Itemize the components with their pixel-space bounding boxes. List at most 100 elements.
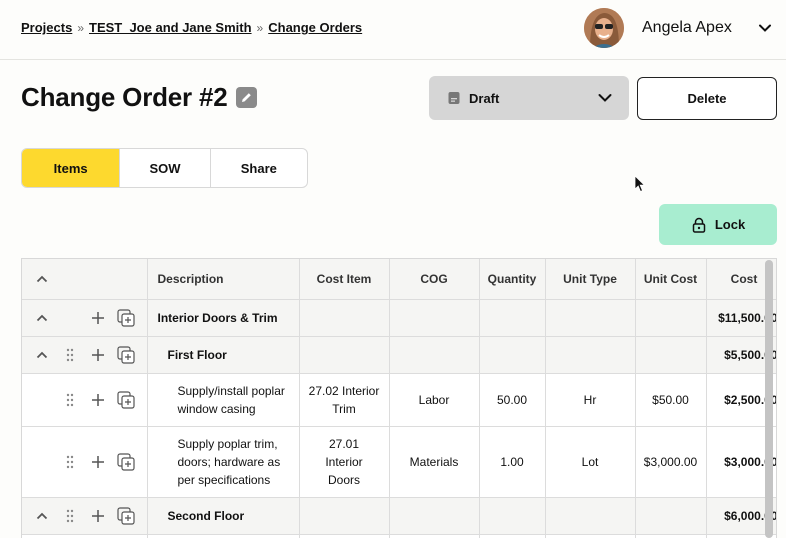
chevron-up-icon[interactable] — [36, 312, 48, 324]
row-cog[interactable]: Materials — [389, 426, 480, 498]
status-value: Draft — [469, 90, 500, 106]
chevron-down-icon[interactable] — [758, 21, 772, 35]
plus-icon[interactable] — [91, 311, 105, 325]
empty-cell — [299, 534, 390, 538]
empty-cell — [545, 336, 636, 374]
column-header[interactable]: Description — [147, 259, 300, 300]
user-name: Angela Apex — [642, 19, 732, 36]
row-description[interactable]: First Floor — [147, 336, 300, 374]
column-header[interactable]: Unit Cost — [635, 259, 707, 300]
plus-icon[interactable] — [91, 455, 105, 469]
duplicate-icon[interactable] — [117, 506, 135, 525]
row-controls — [22, 426, 148, 498]
empty-cell — [635, 299, 707, 337]
tab-share[interactable]: Share — [209, 149, 307, 187]
empty-cell — [389, 497, 480, 535]
empty-cell — [22, 534, 148, 538]
pencil-icon[interactable] — [235, 87, 257, 108]
plus-icon[interactable] — [91, 509, 105, 523]
table-row: Supply/install poplar window casing 27.0… — [22, 373, 776, 427]
item-description-cell[interactable]: Supply/install poplar window casing — [147, 373, 300, 427]
table-row: Interior Doors & Trim $11,500.00 — [22, 299, 776, 337]
breadcrumb-projects[interactable]: Projects — [21, 20, 72, 35]
empty-cell — [147, 534, 300, 538]
row-controls — [22, 497, 148, 535]
column-header[interactable]: Cost Item — [299, 259, 390, 300]
empty-cell — [479, 336, 546, 374]
empty-cell — [389, 299, 480, 337]
plus-icon[interactable] — [91, 393, 105, 407]
row-description: Supply/install poplar window casing — [177, 383, 285, 416]
row-description[interactable]: Interior Doors & Trim — [147, 299, 300, 337]
drag-handle-icon[interactable] — [66, 393, 74, 407]
items-table: Description Cost Item COG Quantity Unit … — [21, 258, 777, 538]
row-controls — [22, 336, 148, 374]
row-unit-type[interactable]: Hr — [545, 373, 636, 427]
breadcrumb-separator: » — [77, 20, 84, 35]
breadcrumb-change-orders[interactable]: Change Orders — [268, 20, 362, 35]
chevron-up-icon[interactable] — [36, 273, 48, 285]
delete-button[interactable]: Delete — [637, 77, 777, 120]
empty-cell — [299, 299, 390, 337]
empty-cell — [389, 336, 480, 374]
column-header[interactable]: COG — [389, 259, 480, 300]
document-icon — [448, 92, 460, 104]
row-cost-item[interactable]: 27.02 Interior Trim — [299, 373, 390, 427]
row-controls — [22, 299, 148, 337]
empty-cell — [479, 497, 546, 535]
duplicate-icon[interactable] — [117, 452, 135, 471]
row-quantity[interactable]: 1.00 — [479, 426, 546, 498]
duplicate-icon[interactable] — [117, 345, 135, 364]
row-quantity[interactable]: 50.00 — [479, 373, 546, 427]
row-cost-item[interactable]: 27.01 Interior Doors — [299, 426, 390, 498]
collapse-all-cell — [22, 259, 148, 300]
empty-cell — [545, 299, 636, 337]
row-unit-cost[interactable]: $3,000.00 — [635, 426, 707, 498]
drag-handle-icon[interactable] — [66, 348, 74, 362]
table-row — [22, 534, 776, 538]
status-select[interactable]: Draft — [429, 76, 629, 120]
empty-cell — [635, 336, 707, 374]
page-title: Change Order #2 — [21, 82, 228, 112]
lock-icon — [692, 217, 706, 233]
duplicate-icon[interactable] — [117, 390, 135, 409]
table-header-row: Description Cost Item COG Quantity Unit … — [22, 259, 776, 300]
breadcrumb-separator: » — [256, 20, 264, 35]
breadcrumb-project[interactable]: TEST_Joe and Jane Smith — [89, 20, 252, 35]
plus-icon[interactable] — [91, 348, 105, 362]
table-scrollbar[interactable] — [765, 260, 773, 538]
empty-cell — [635, 497, 707, 535]
table-row: First Floor $5,500.00 — [22, 336, 776, 374]
empty-cell — [635, 534, 707, 538]
table-row: Second Floor $6,000.00 — [22, 497, 776, 535]
tab-items[interactable]: Items — [22, 149, 120, 187]
user-menu[interactable]: Angela Apex — [584, 8, 772, 48]
row-cog[interactable]: Labor — [389, 373, 480, 427]
duplicate-icon[interactable] — [117, 308, 135, 327]
breadcrumb: Projects » TEST_Joe and Jane Smith » Cha… — [21, 20, 362, 35]
chevron-up-icon[interactable] — [36, 510, 48, 522]
lock-button[interactable]: Lock — [659, 204, 777, 245]
empty-cell — [389, 534, 480, 538]
table-row: Supply poplar trim, doors; hardware as p… — [22, 426, 776, 498]
drag-handle-icon[interactable] — [66, 455, 74, 469]
title-row: Change Order #2 — [21, 82, 257, 113]
column-header[interactable]: Quantity — [479, 259, 546, 300]
empty-cell — [299, 336, 390, 374]
column-header[interactable]: Unit Type — [545, 259, 636, 300]
item-description-cell[interactable]: Supply poplar trim, doors; hardware as p… — [147, 426, 300, 498]
lock-label: Lock — [714, 217, 746, 232]
row-description[interactable]: Second Floor — [147, 497, 300, 535]
row-unit-cost[interactable]: $50.00 — [635, 373, 707, 427]
empty-cell — [545, 497, 636, 535]
row-description: Supply poplar trim, doors; hardware as p… — [177, 436, 281, 487]
row-unit-type[interactable]: Lot — [545, 426, 636, 498]
drag-handle-icon[interactable] — [66, 509, 74, 523]
chevron-up-icon[interactable] — [36, 349, 48, 361]
top-bar: Projects » TEST_Joe and Jane Smith » Cha… — [0, 0, 786, 60]
empty-cell — [479, 534, 546, 538]
tab-sow[interactable]: SOW — [119, 149, 209, 187]
tab-bar: Items SOW Share — [21, 148, 308, 188]
avatar[interactable] — [584, 8, 624, 48]
row-controls — [22, 373, 148, 427]
